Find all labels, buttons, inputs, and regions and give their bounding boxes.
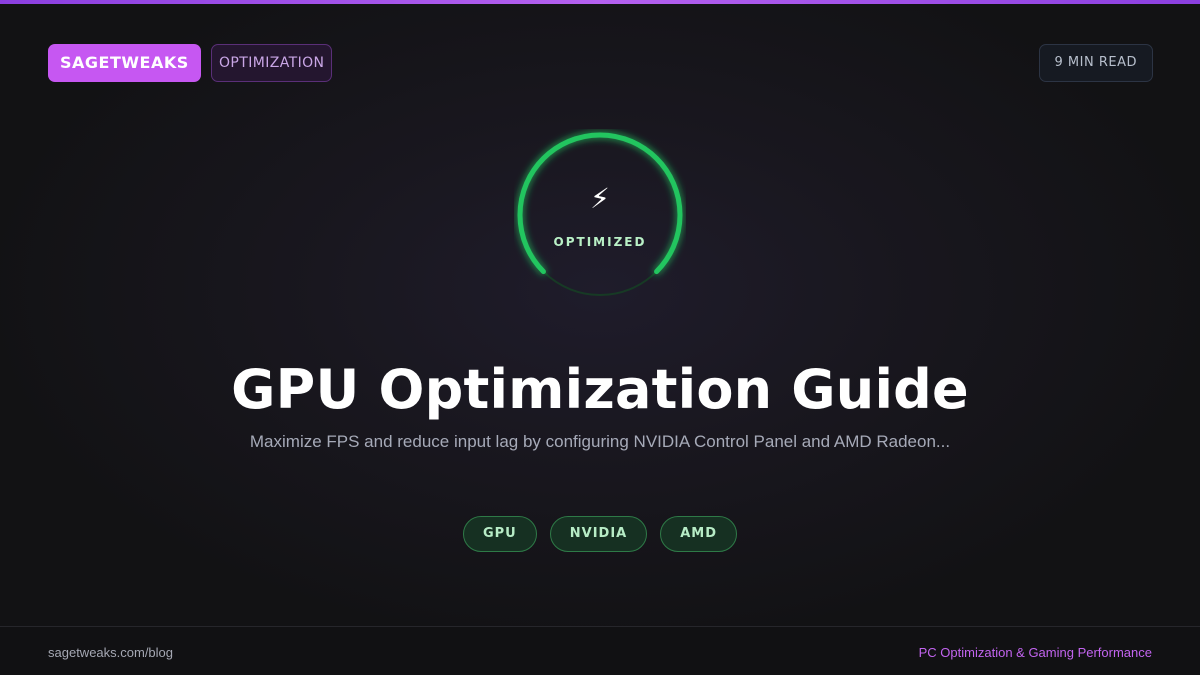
- top-accent-bar: [0, 0, 1200, 4]
- footer: sagetweaks.com/blog PC Optimization & Ga…: [0, 626, 1200, 675]
- page-subtitle: Maximize FPS and reduce input lag by con…: [249, 432, 951, 451]
- lightning-bolt-icon: ⚡︎: [590, 182, 610, 215]
- tag-list: GPU NVIDIA AMD: [0, 516, 1200, 552]
- gauge-status-label: OPTIMIZED: [553, 235, 647, 249]
- footer-tagline: PC Optimization & Gaming Performance: [918, 645, 1152, 660]
- tag-gpu[interactable]: GPU: [462, 516, 537, 552]
- optimization-gauge: ⚡︎ OPTIMIZED: [514, 129, 686, 301]
- tag-amd[interactable]: AMD: [660, 516, 738, 552]
- brand-badge[interactable]: SAGETWEAKS: [48, 44, 201, 82]
- read-time-badge: 9 MIN READ: [1038, 44, 1153, 82]
- tag-nvidia[interactable]: NVIDIA: [549, 516, 648, 552]
- category-badge[interactable]: OPTIMIZATION: [211, 44, 333, 82]
- page-title: GPU Optimization Guide: [231, 358, 969, 421]
- footer-url[interactable]: sagetweaks.com/blog: [48, 645, 173, 660]
